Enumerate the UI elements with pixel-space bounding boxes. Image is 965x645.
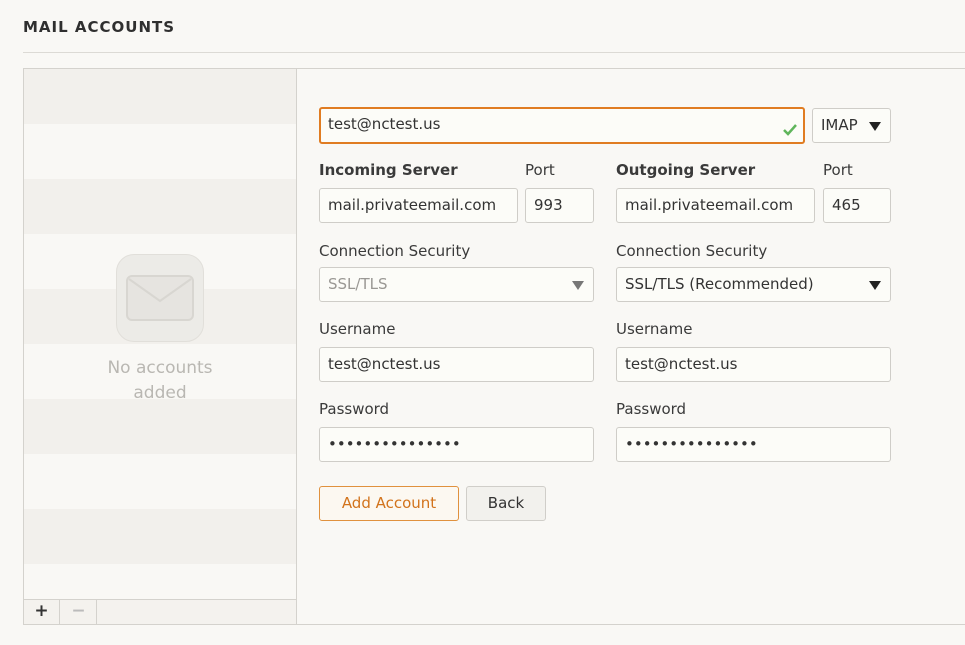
- incoming-server-input[interactable]: mail.privateemail.com: [319, 188, 518, 223]
- account-form: test@nctest.us IMAP Incoming Server Port…: [319, 69, 965, 624]
- incoming-port-input[interactable]: 993: [525, 188, 594, 223]
- incoming-username-input[interactable]: test@nctest.us: [319, 347, 594, 382]
- outgoing-port-label: Port: [823, 161, 853, 179]
- chevron-down-icon: [869, 122, 881, 131]
- outgoing-password-label: Password: [616, 400, 687, 418]
- add-account-icon[interactable]: +: [24, 600, 60, 624]
- outgoing-security-select[interactable]: SSL/TLS (Recommended): [616, 267, 891, 302]
- incoming-server-heading: Incoming Server: [319, 161, 458, 179]
- outgoing-server-input[interactable]: mail.privateemail.com: [616, 188, 815, 223]
- outgoing-username-label: Username: [616, 320, 693, 338]
- outgoing-port-input[interactable]: 465: [823, 188, 891, 223]
- outgoing-username-input[interactable]: test@nctest.us: [616, 347, 891, 382]
- chevron-down-icon: [869, 281, 881, 290]
- accounts-panel: No accounts added + − test@nctest.us IMA…: [23, 68, 965, 625]
- email-value: test@nctest.us: [328, 115, 441, 133]
- outgoing-security-label: Connection Security: [616, 242, 768, 260]
- incoming-password-input[interactable]: •••••••••••••••: [319, 427, 594, 462]
- list-row: [24, 69, 296, 124]
- email-input[interactable]: test@nctest.us: [319, 107, 805, 144]
- sidebar-toolbar: + −: [24, 599, 296, 624]
- list-row: [24, 399, 296, 454]
- empty-state: No accounts added: [24, 254, 296, 406]
- incoming-security-value: SSL/TLS: [328, 275, 388, 293]
- checkmark-icon: [782, 117, 798, 142]
- outgoing-security-value: SSL/TLS (Recommended): [625, 275, 814, 293]
- incoming-security-select[interactable]: SSL/TLS: [319, 267, 594, 302]
- protocol-value: IMAP: [821, 116, 858, 134]
- envelope-icon: [116, 254, 204, 342]
- list-row: [24, 124, 296, 179]
- list-row: [24, 179, 296, 234]
- list-row: [24, 509, 296, 564]
- outgoing-password-input[interactable]: •••••••••••••••: [616, 427, 891, 462]
- chevron-down-icon: [572, 281, 584, 290]
- outgoing-server-heading: Outgoing Server: [616, 161, 756, 179]
- add-account-button[interactable]: Add Account: [319, 486, 459, 521]
- back-button[interactable]: Back: [466, 486, 546, 521]
- empty-state-text: No accounts added: [107, 358, 213, 403]
- list-row: [24, 454, 296, 509]
- incoming-username-label: Username: [319, 320, 396, 338]
- title-divider: [23, 52, 965, 53]
- incoming-password-label: Password: [319, 400, 390, 418]
- incoming-port-label: Port: [525, 161, 555, 179]
- incoming-security-label: Connection Security: [319, 242, 471, 260]
- page-title: MAIL ACCOUNTS: [23, 18, 176, 36]
- accounts-sidebar: No accounts added + −: [24, 69, 297, 624]
- remove-account-icon[interactable]: −: [61, 600, 97, 624]
- protocol-select[interactable]: IMAP: [812, 108, 891, 143]
